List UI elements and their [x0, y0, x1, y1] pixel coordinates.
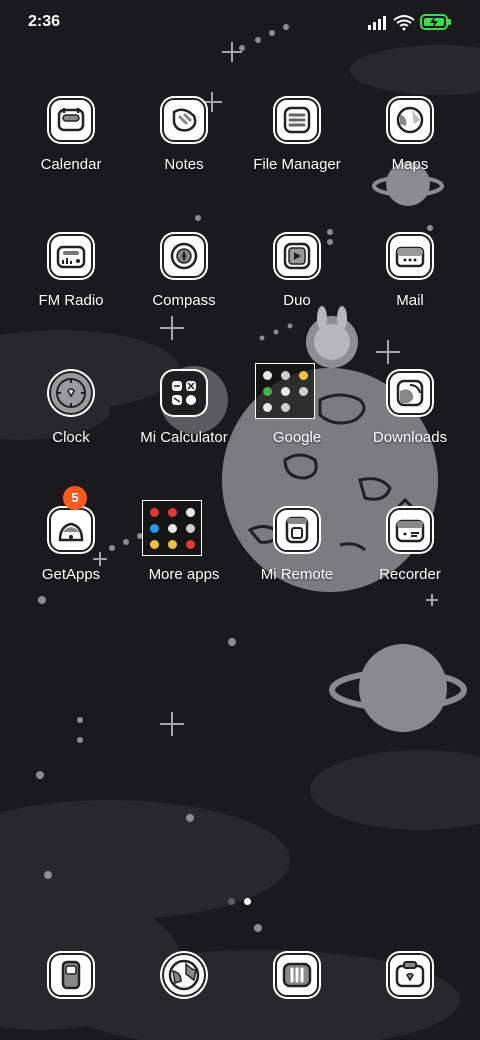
app-label: Recorder	[379, 566, 441, 583]
browser-globe-icon	[168, 959, 200, 991]
file-manager-icon	[275, 98, 319, 142]
home-screen: 2:36 Calendar Notes File Manager Maps FM…	[0, 0, 480, 1040]
folder-icon	[255, 363, 315, 419]
app-label: Clock	[52, 429, 90, 446]
phone-icon	[61, 960, 81, 990]
wifi-icon	[393, 15, 415, 31]
app-notes[interactable]: Notes	[126, 98, 242, 218]
downloads-icon	[388, 371, 432, 415]
app-label: FM Radio	[38, 292, 104, 309]
app-label: More apps	[148, 566, 220, 583]
app-label: Duo	[283, 292, 311, 309]
app-label: Calendar	[40, 156, 102, 173]
messages-icon	[282, 962, 312, 988]
app-folder-google[interactable]: Google	[239, 363, 355, 491]
calendar-icon	[49, 98, 93, 142]
page-dot[interactable]	[228, 898, 235, 905]
app-label: Mi Remote	[260, 566, 334, 583]
dock-phone[interactable]	[49, 953, 93, 997]
app-fm-radio[interactable]: FM Radio	[13, 234, 129, 354]
notes-icon	[162, 98, 206, 142]
app-folder-more-apps[interactable]: More apps	[126, 500, 242, 628]
app-clock[interactable]: Clock	[13, 371, 129, 491]
app-mail[interactable]: Mail	[352, 234, 468, 354]
folder-icon	[142, 500, 202, 556]
app-label: Google	[272, 429, 322, 446]
dock-camera[interactable]	[388, 953, 432, 997]
notification-badge: 5	[63, 486, 87, 510]
app-label: Mi Calculator	[140, 429, 228, 446]
dock-browser[interactable]	[162, 953, 206, 997]
video-call-icon	[275, 234, 319, 278]
app-label: Maps	[391, 156, 429, 173]
app-label: File Manager	[253, 156, 341, 173]
mail-icon	[388, 234, 432, 278]
calculator-icon	[162, 371, 206, 415]
page-indicator	[226, 898, 254, 908]
app-calendar[interactable]: Calendar	[13, 98, 129, 218]
status-icons	[368, 13, 452, 31]
remote-icon	[275, 508, 319, 552]
status-bar: 2:36	[0, 0, 480, 44]
app-label: Downloads	[372, 429, 448, 446]
camera-icon	[395, 961, 425, 988]
app-file-manager[interactable]: File Manager	[239, 98, 355, 218]
status-time: 2:36	[28, 13, 61, 30]
recorder-icon	[388, 508, 432, 552]
maps-icon	[388, 98, 432, 142]
app-recorder[interactable]: Recorder	[352, 508, 468, 628]
app-label: Compass	[152, 292, 216, 309]
battery-charging-icon	[420, 14, 451, 30]
dock-messages[interactable]	[275, 953, 319, 997]
app-getapps[interactable]: 5 GetApps	[13, 486, 129, 628]
app-duo[interactable]: Duo	[239, 234, 355, 354]
radio-icon	[49, 234, 93, 278]
app-label: Notes	[164, 156, 204, 173]
app-label: Mail	[396, 292, 424, 309]
app-maps[interactable]: Maps	[352, 98, 468, 218]
clock-icon	[49, 371, 93, 415]
signal-icon	[368, 16, 386, 30]
page-dot-active[interactable]	[244, 898, 251, 905]
app-label: GetApps	[41, 566, 101, 583]
store-bag-icon	[49, 508, 93, 552]
app-mi-calculator[interactable]: Mi Calculator	[126, 371, 242, 491]
app-downloads[interactable]: Downloads	[352, 371, 468, 491]
compass-icon	[162, 234, 206, 278]
app-mi-remote[interactable]: Mi Remote	[239, 508, 355, 628]
app-compass[interactable]: Compass	[126, 234, 242, 354]
